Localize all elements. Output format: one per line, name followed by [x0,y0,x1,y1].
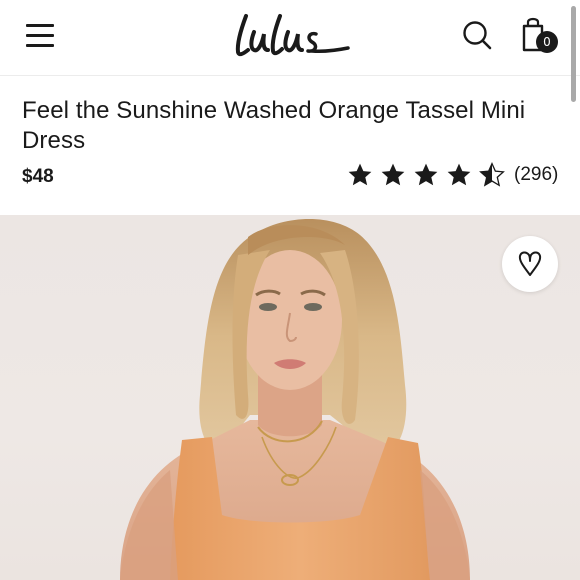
star-full-icon [381,163,405,186]
model-photo [120,218,470,580]
hamburger-menu-icon[interactable] [26,22,56,48]
heart-icon [518,251,542,276]
cart-count-badge[interactable]: 0 [536,31,558,53]
product-rating[interactable]: (296) [347,160,558,190]
product-image[interactable] [0,215,580,580]
lulus-logo[interactable] [228,4,352,66]
star-full-icon [414,163,438,186]
star-full-icon [447,163,471,186]
search-icon[interactable] [462,20,492,50]
star-full-icon [348,163,372,186]
site-header: 0 [0,0,580,76]
product-title: Feel the Sunshine Washed Orange Tassel M… [22,97,526,154]
review-count[interactable]: (296) [514,164,558,186]
favorite-button[interactable] [502,236,558,292]
star-half-icon [479,162,505,187]
scrollbar[interactable] [571,6,576,102]
product-title-block: Feel the Sunshine Washed Orange Tassel M… [22,96,542,156]
product-price: $48 [22,166,54,187]
